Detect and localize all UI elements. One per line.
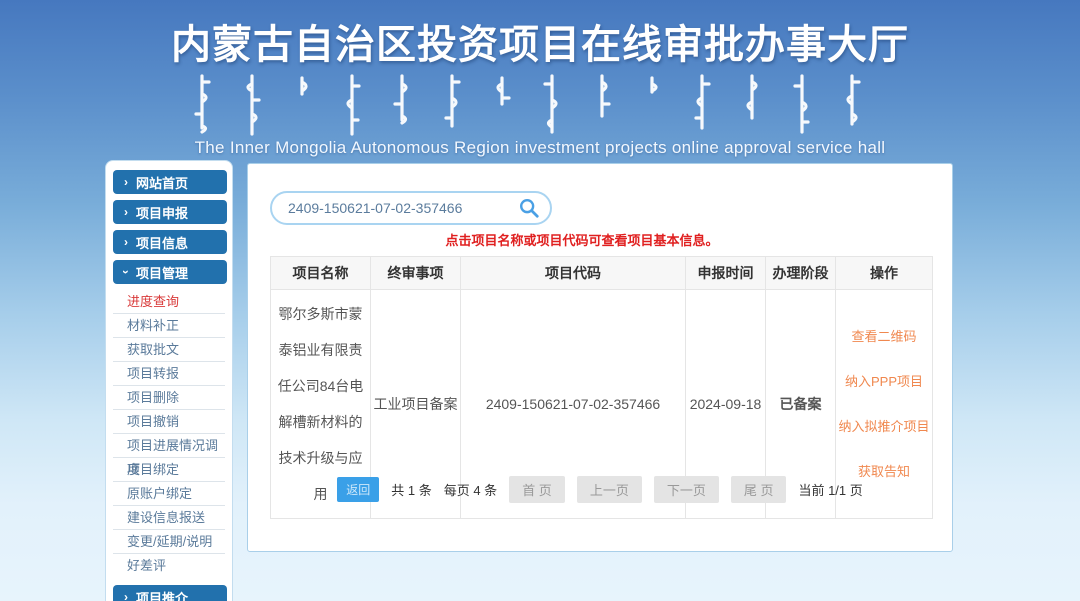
submenu-item-construction-info-report[interactable]: 建设信息报送 — [113, 506, 225, 530]
last-page-button[interactable]: 尾 页 — [731, 476, 787, 503]
submenu-item-rating[interactable]: 好差评 — [113, 554, 225, 578]
submenu-item-progress-query[interactable]: 进度查询 — [113, 290, 225, 314]
per-page-text: 每页 4 条 — [444, 480, 497, 499]
search-bar — [270, 191, 552, 225]
submenu-item-project-revoke[interactable]: 项目撤销 — [113, 410, 225, 434]
col-header-actions: 操作 — [836, 257, 933, 290]
search-input[interactable] — [270, 191, 552, 225]
table-hint-text: 点击项目名称或项目代码可查看项目基本信息。 — [248, 230, 952, 249]
submenu-item-original-account-bind[interactable]: 原账户绑定 — [113, 482, 225, 506]
chevron-right-icon: › — [124, 236, 128, 248]
sidebar-item-label: 项目推介 — [136, 588, 188, 601]
page: 内蒙古自治区投资项目在线审批办事大厅 The Inner Mongolia Au… — [0, 0, 1080, 601]
project-manage-submenu: 进度查询 材料补正 获取批文 项目转报 项目删除 项目撤销 项目进展情况调度 项… — [113, 290, 225, 578]
sidebar-item-label: 项目信息 — [136, 233, 188, 252]
col-header-project-name: 项目名称 — [271, 257, 371, 290]
site-subtitle: The Inner Mongolia Autonomous Region inv… — [0, 138, 1080, 158]
table-header-row: 项目名称 终审事项 项目代码 申报时间 办理阶段 操作 — [271, 257, 933, 290]
sidebar-item-label: 网站首页 — [136, 173, 188, 192]
search-icon[interactable] — [518, 197, 540, 219]
pagination: 返回 共 1 条 每页 4 条 首 页 上一页 下一页 尾 页 当前 1/1 页 — [248, 476, 952, 503]
action-add-ppp-project[interactable]: 纳入PPP项目 — [836, 359, 932, 404]
submenu-item-progress-dispatch[interactable]: 项目进展情况调度 — [113, 434, 225, 458]
mongolian-script — [0, 74, 1080, 136]
current-page-text: 当前 1/1 页 — [798, 480, 862, 499]
submenu-item-project-bind[interactable]: 项目绑定 — [113, 458, 225, 482]
total-count-text: 共 1 条 — [391, 480, 431, 499]
sidebar-item-project-declare[interactable]: › 项目申报 — [113, 200, 227, 224]
first-page-button[interactable]: 首 页 — [509, 476, 565, 503]
sidebar-item-project-info[interactable]: › 项目信息 — [113, 230, 227, 254]
site-header: 内蒙古自治区投资项目在线审批办事大厅 The Inner Mongolia Au… — [0, 0, 1080, 158]
submenu-item-change-delay-explain[interactable]: 变更/延期/说明 — [113, 530, 225, 554]
col-header-project-code: 项目代码 — [461, 257, 686, 290]
sidebar: › 网站首页 › 项目申报 › 项目信息 › 项目管理 进度查询 材料补正 获取… — [105, 160, 233, 601]
back-button[interactable]: 返回 — [337, 477, 379, 502]
submenu-item-get-approval-doc[interactable]: 获取批文 — [113, 338, 225, 362]
col-header-stage: 办理阶段 — [766, 257, 836, 290]
chevron-down-icon: › — [120, 270, 132, 274]
prev-page-button[interactable]: 上一页 — [577, 476, 642, 503]
main-panel: 点击项目名称或项目代码可查看项目基本信息。 项目名称 终审事项 项目代码 申报时… — [247, 163, 953, 552]
sidebar-item-label: 项目管理 — [136, 263, 188, 282]
submenu-item-project-transfer[interactable]: 项目转报 — [113, 362, 225, 386]
sidebar-item-label: 项目申报 — [136, 203, 188, 222]
site-title: 内蒙古自治区投资项目在线审批办事大厅 — [0, 12, 1080, 70]
sidebar-item-project-promotion[interactable]: › 项目推介 — [113, 585, 227, 601]
action-add-promotion-project[interactable]: 纳入拟推介项目 — [836, 404, 932, 449]
col-header-final-review: 终审事项 — [371, 257, 461, 290]
submenu-item-project-delete[interactable]: 项目删除 — [113, 386, 225, 410]
chevron-right-icon: › — [124, 591, 128, 601]
col-header-declare-date: 申报时间 — [686, 257, 766, 290]
action-view-qrcode[interactable]: 查看二维码 — [836, 314, 932, 359]
chevron-right-icon: › — [124, 206, 128, 218]
sidebar-item-home[interactable]: › 网站首页 — [113, 170, 227, 194]
next-page-button[interactable]: 下一页 — [654, 476, 719, 503]
submenu-item-material-correction[interactable]: 材料补正 — [113, 314, 225, 338]
sidebar-item-project-manage[interactable]: › 项目管理 — [113, 260, 227, 284]
chevron-right-icon: › — [124, 176, 128, 188]
